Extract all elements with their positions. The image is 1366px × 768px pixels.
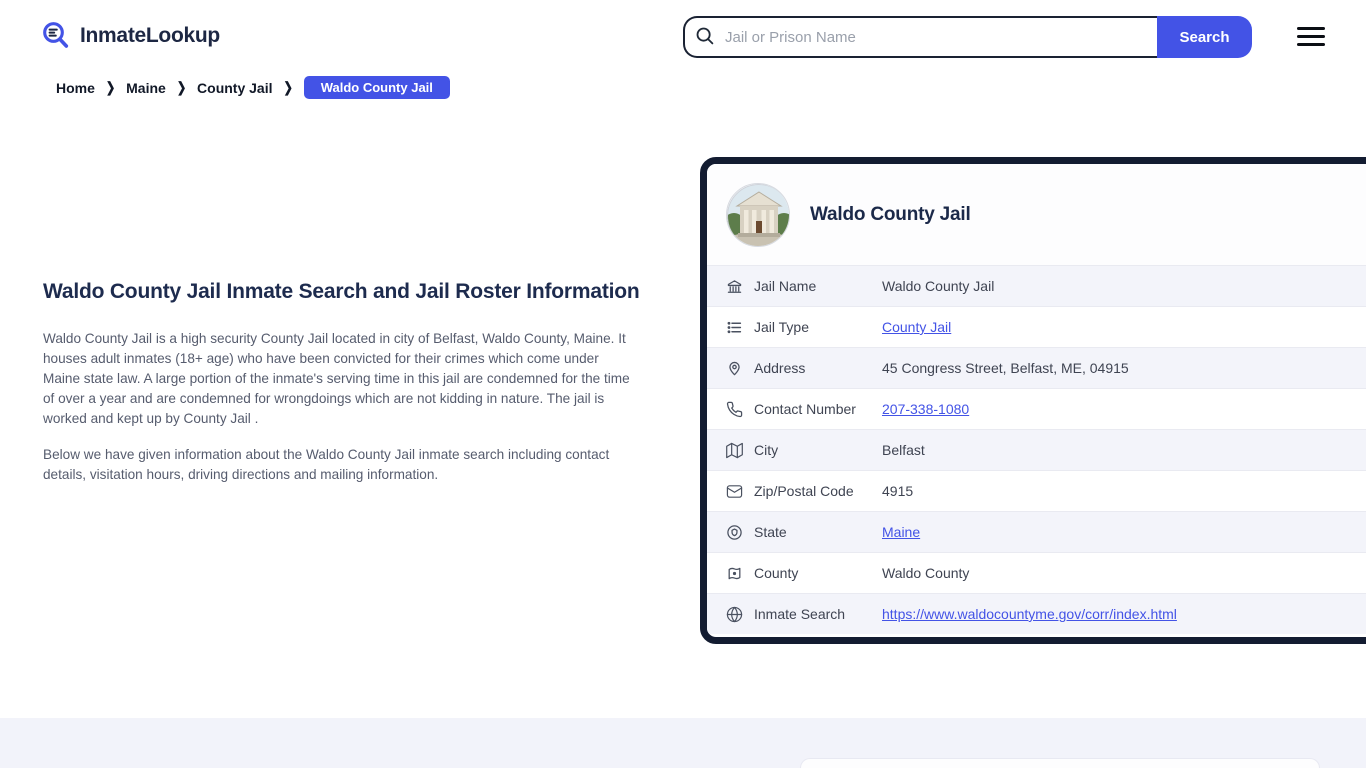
row-label: Address [754,360,806,376]
row-label: Zip/Postal Code [754,483,854,499]
row-label: Contact Number [754,401,856,417]
table-row: Jail Name Waldo County Jail [707,265,1366,306]
row-label: Jail Type [754,319,809,335]
table-row: Jail Type County Jail [707,306,1366,347]
breadcrumb-current-badge: Waldo County Jail [303,76,450,99]
list-icon [726,319,743,336]
inmate-search-link[interactable]: https://www.waldocountyme.gov/corr/index… [882,606,1177,622]
breadcrumb: Home ❯ Maine ❯ County Jail ❯ Waldo Count… [56,76,450,99]
next-section [0,718,1366,768]
article-paragraph-1: Waldo County Jail is a high security Cou… [43,331,630,426]
chevron-right-icon: ❯ [105,80,116,96]
chevron-right-icon: ❯ [176,80,187,96]
chevron-right-icon: ❯ [283,80,293,96]
jail-photo [726,182,790,247]
row-value: Waldo County [882,565,970,581]
table-row: Contact Number 207-338-1080 [707,388,1366,429]
table-row: Inmate Search https://www.waldocountyme.… [707,593,1366,634]
brand-name: InmateLookup [80,24,220,47]
breadcrumb-maine[interactable]: Maine [126,80,166,96]
table-row: State Maine [707,511,1366,552]
row-value: Waldo County Jail [882,278,995,294]
contact-number-link[interactable]: 207-338-1080 [882,401,969,417]
next-card-top-edge [800,758,1320,768]
row-label: County [754,565,799,581]
row-value: 4915 [882,483,914,499]
brand-logo[interactable]: InmateLookup [40,20,220,52]
globe-shield-icon [726,524,743,541]
phone-icon [726,401,743,418]
row-value: Belfast [882,442,925,458]
row-label: Inmate Search [754,606,846,622]
breadcrumb-county-jail[interactable]: County Jail [197,80,272,96]
menu-icon[interactable] [1297,27,1325,46]
county-map-icon [726,565,743,582]
page: InmateLookup Search Home ❯ Maine ❯ Count… [0,0,1366,768]
search-input[interactable] [683,16,1157,58]
row-label: State [754,524,787,540]
map-icon [726,442,743,459]
magnifier-logo-icon [40,20,72,52]
table-row: Address 45 Congress Street, Belfast, ME,… [707,347,1366,388]
jail-detail-table: Jail Name Waldo County Jail Jail Type Co… [707,265,1366,634]
bank-icon [726,278,743,295]
table-row: County Waldo County [707,552,1366,593]
article: Waldo County Jail Inmate Search and Jail… [43,276,643,485]
jail-info-card: Waldo County Jail Jail Name Waldo County… [700,157,1366,644]
card-title: Waldo County Jail [810,203,971,225]
row-label: City [754,442,779,458]
world-icon [726,606,743,623]
row-label: Jail Name [754,278,817,294]
article-paragraph-2: Below we have given information about th… [43,447,610,482]
breadcrumb-home[interactable]: Home [56,80,95,96]
search-button[interactable]: Search [1157,16,1252,58]
page-title: Waldo County Jail Inmate Search and Jail… [43,280,640,303]
mail-icon [726,483,743,500]
table-row: City Belfast [707,429,1366,470]
search-icon [695,26,715,46]
card-header: Waldo County Jail [707,164,1366,265]
search-form: Search [683,16,1252,58]
map-pin-icon [726,360,743,377]
table-row: Zip/Postal Code 4915 [707,470,1366,511]
state-link[interactable]: Maine [882,524,920,540]
jail-type-link[interactable]: County Jail [882,319,951,335]
row-value: 45 Congress Street, Belfast, ME, 04915 [882,360,1129,376]
